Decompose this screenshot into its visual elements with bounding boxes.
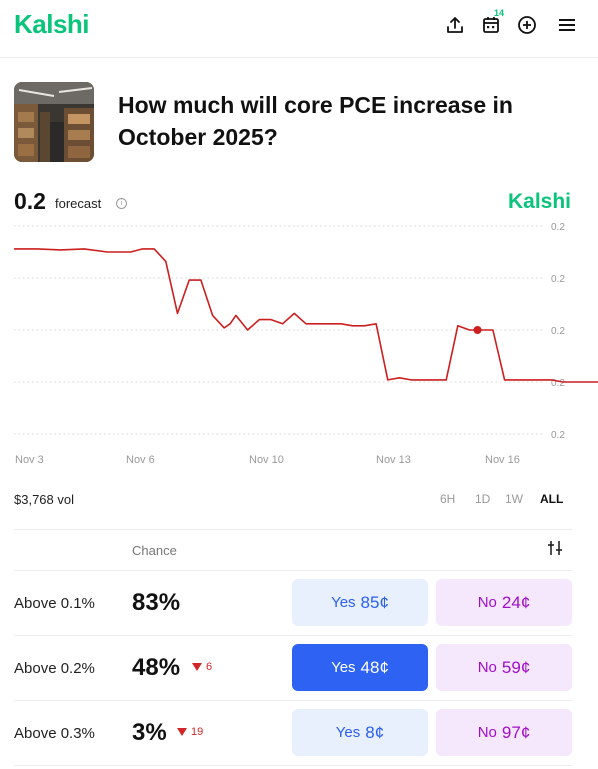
- divider: [14, 570, 572, 571]
- outcome-label: Above 0.3%: [14, 725, 95, 742]
- range-6h[interactable]: 6H: [440, 492, 455, 506]
- kalshi-logo[interactable]: Kalshi: [14, 9, 90, 40]
- outcome-chance: 83%: [132, 589, 181, 616]
- no-label: No: [477, 659, 497, 676]
- x-tick-label: Nov 10: [249, 454, 284, 466]
- current-point: [473, 326, 482, 334]
- series-line: [14, 248, 598, 383]
- no-label: No: [477, 724, 497, 741]
- chance-change-value: 19: [191, 726, 204, 738]
- x-tick-label: Nov 3: [15, 454, 44, 466]
- buy-no-button[interactable]: No 59¢: [436, 644, 572, 691]
- yes-price: 48¢: [360, 657, 389, 677]
- price-chart[interactable]: 0.20.20.20.20.2Nov 3 Nov 6 Nov 10 Nov 13 Nov…: [0, 218, 598, 468]
- buy-yes-button[interactable]: Yes 8¢: [292, 709, 428, 756]
- no-price: 97¢: [501, 722, 531, 742]
- x-tick-label: Nov 16: [485, 454, 520, 466]
- x-tick-label: Nov 6: [126, 454, 155, 466]
- range-all[interactable]: ALL: [540, 492, 563, 506]
- forecast-value: 0.2: [14, 188, 46, 214]
- yes-price: 85¢: [360, 592, 389, 612]
- divider: [14, 700, 572, 701]
- volume-label: $3,768 vol: [14, 492, 74, 507]
- plus-circle-icon[interactable]: [516, 14, 538, 36]
- info-icon[interactable]: i: [116, 198, 127, 209]
- chance-change: 6: [192, 661, 212, 673]
- divider: [14, 529, 572, 530]
- chart-watermark: Kalshi: [508, 190, 572, 213]
- no-price: 24¢: [501, 592, 531, 612]
- yes-price: 8¢: [365, 722, 385, 742]
- no-price: 59¢: [501, 657, 531, 677]
- outcome-label: Above 0.2%: [14, 660, 95, 677]
- forecast-label: forecast: [55, 196, 102, 211]
- buy-no-button[interactable]: No 24¢: [436, 579, 572, 626]
- buy-yes-button[interactable]: Yes 48¢: [292, 644, 428, 691]
- no-label: No: [477, 594, 497, 611]
- y-tick-label: 0.2: [551, 274, 565, 285]
- divider: [14, 635, 572, 636]
- chance-change: 19: [177, 726, 203, 738]
- yes-label: Yes: [335, 724, 361, 741]
- yes-label: Yes: [331, 659, 356, 676]
- chance-header: Chance: [132, 543, 177, 558]
- range-1d[interactable]: 1D: [475, 492, 490, 506]
- menu-icon[interactable]: [556, 14, 578, 36]
- market-thumbnail: [14, 82, 94, 162]
- y-tick-label: 0.2: [551, 430, 565, 441]
- share-icon[interactable]: [444, 14, 466, 36]
- down-arrow-icon: [177, 728, 187, 736]
- outcome-chance: 3%: [132, 719, 167, 746]
- divider: [14, 765, 572, 766]
- buy-no-button[interactable]: No 97¢: [436, 709, 572, 756]
- buy-yes-button[interactable]: Yes 85¢: [292, 579, 428, 626]
- yes-label: Yes: [331, 594, 356, 611]
- outcome-chance: 48%: [132, 654, 181, 681]
- calendar-badge: 14: [494, 8, 505, 18]
- y-tick-label: 0.2: [551, 222, 565, 233]
- down-arrow-icon: [192, 663, 202, 671]
- market-title: How much will core PCE increase in Octob…: [118, 92, 513, 150]
- sort-icon[interactable]: [546, 539, 564, 562]
- chance-change-value: 6: [206, 661, 213, 673]
- top-nav: Kalshi 14: [0, 0, 598, 58]
- x-tick-label: Nov 13: [376, 454, 411, 466]
- y-tick-label: 0.2: [551, 326, 565, 337]
- range-1w[interactable]: 1W: [505, 492, 523, 506]
- outcome-label: Above 0.1%: [14, 595, 95, 612]
